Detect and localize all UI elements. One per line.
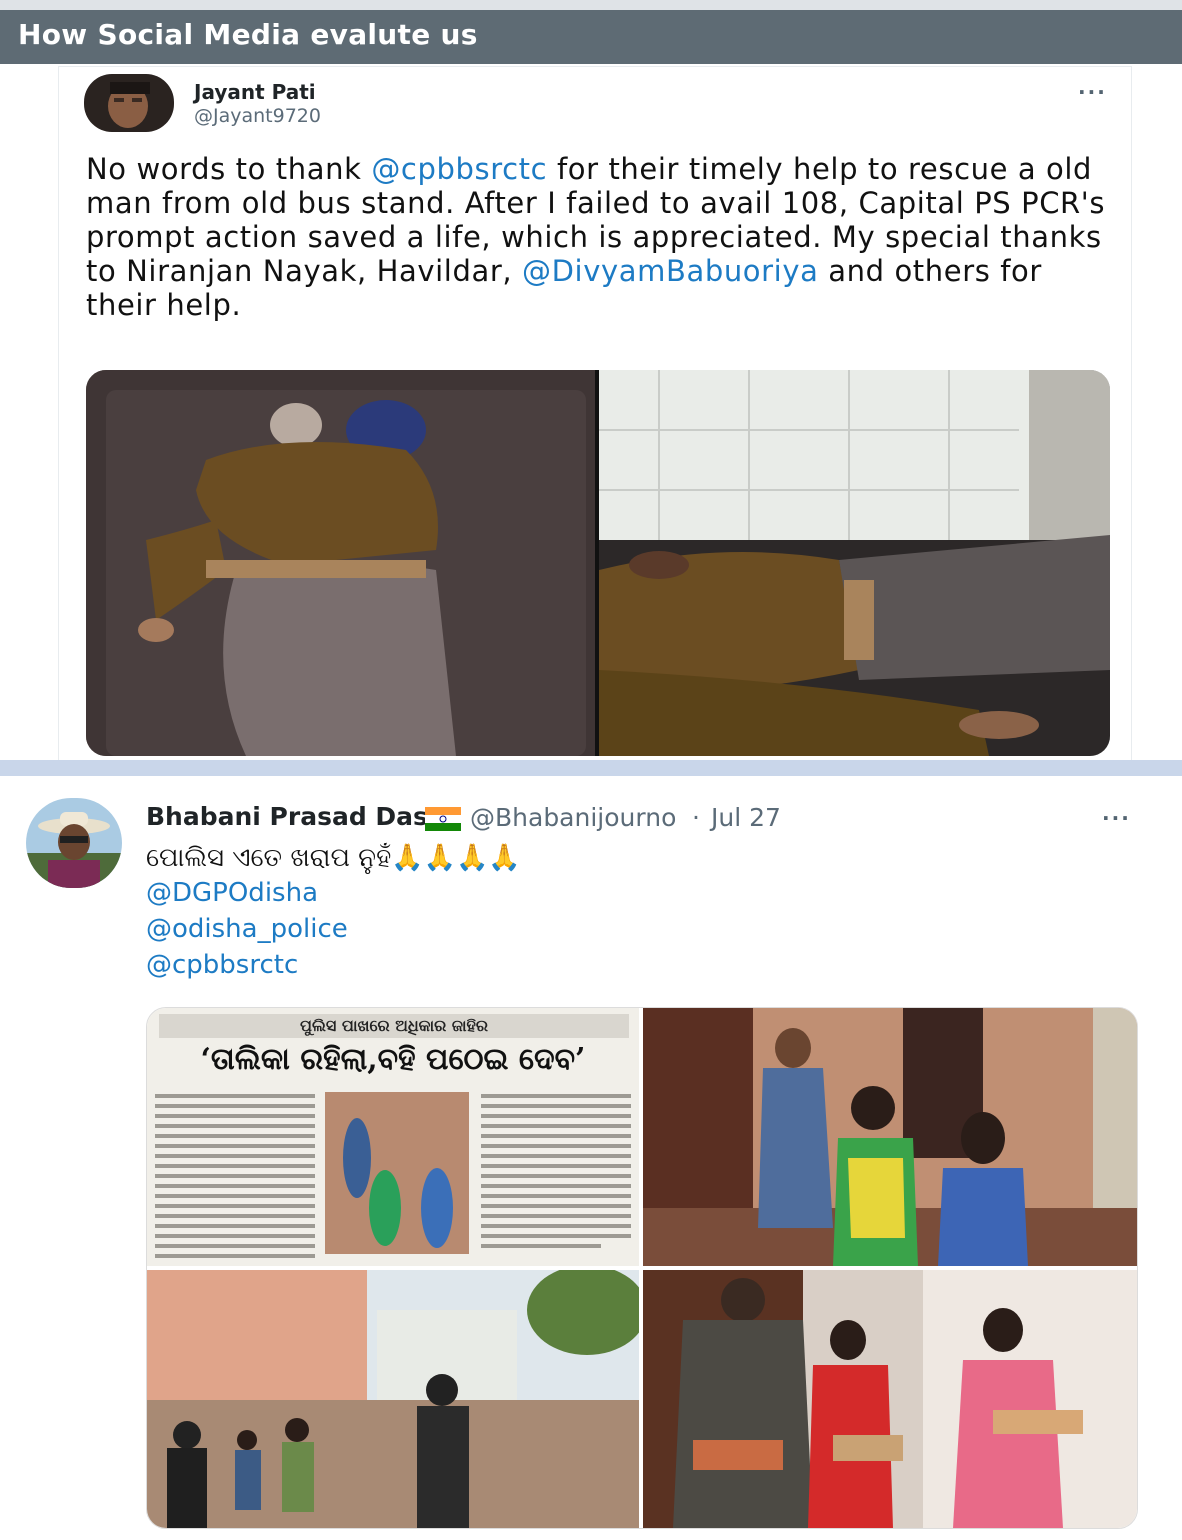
tweet-photo[interactable] [86, 370, 595, 756]
avatar[interactable] [84, 74, 174, 132]
section-divider [0, 760, 1182, 776]
india-flag-icon [425, 807, 461, 831]
slide-header: How Social Media evalute us [0, 10, 1182, 64]
top-strip [0, 0, 1182, 10]
tweet-photo[interactable] [643, 1270, 1137, 1528]
pray-emoji-icon: 🙏🙏🙏🙏 [391, 843, 521, 873]
mention-link[interactable]: @DGPOdisha [146, 878, 318, 908]
tweet-date[interactable]: Jul 27 [711, 803, 781, 832]
mention-link[interactable]: @cpbbsrctc [371, 152, 547, 186]
author-name[interactable]: Bhabani Prasad Das [146, 802, 428, 831]
tweet-photo[interactable] [599, 370, 1110, 756]
mention-link[interactable]: @cpbbsrctc [146, 950, 298, 980]
more-horizontal-icon[interactable]: ··· [1078, 80, 1107, 104]
tweet-text-odia: ପୋଲିସ ଏତେ ଖରାପ ନୁହଁ [146, 843, 392, 873]
author-handle[interactable]: @Jayant9720 [194, 105, 321, 127]
tweet-photo[interactable] [147, 1270, 639, 1528]
tweet-media-grid: ପୁଲିସ ପାଖରେ ଅଧିକାର ଜାହିର ‘ତାଲିକା ରହିଲା,ବ… [146, 1007, 1138, 1529]
author-handle[interactable]: @Bhabanijourno [470, 803, 676, 832]
more-horizontal-icon[interactable]: ··· [1102, 806, 1131, 830]
tweet-photo[interactable] [643, 1008, 1137, 1266]
mention-link[interactable]: @DivyamBabuoriya [522, 254, 818, 288]
newspaper-kicker: ପୁଲିସ ପାଖରେ ଅଧିକାର ଜାହିର [159, 1014, 629, 1038]
separator: · [692, 803, 700, 832]
tweet-text: No words to thank @cpbbsrctc for their t… [86, 152, 1116, 322]
tweet-text-part: No words to thank [86, 152, 372, 186]
mention-link[interactable]: @odisha_police [146, 914, 348, 944]
slide-title: How Social Media evalute us [18, 18, 478, 51]
author-name[interactable]: Jayant Pati [194, 80, 316, 104]
newspaper-clipping[interactable]: ପୁଲିସ ପାଖରେ ଅଧିକାର ଜାହିର ‘ତାଲିକା ରହିଲା,ବ… [147, 1008, 639, 1266]
avatar[interactable] [26, 798, 122, 888]
tweet-media-grid [86, 370, 1110, 756]
newspaper-headline: ‘ତାଲିକା ରହିଲା,ବହି ପଠେଇ ଦେବ’ [200, 1042, 586, 1077]
tweet-text: ପୋଲିସ ଏତେ ଖରାପ ନୁହଁ🙏🙏🙏🙏 [146, 843, 521, 874]
